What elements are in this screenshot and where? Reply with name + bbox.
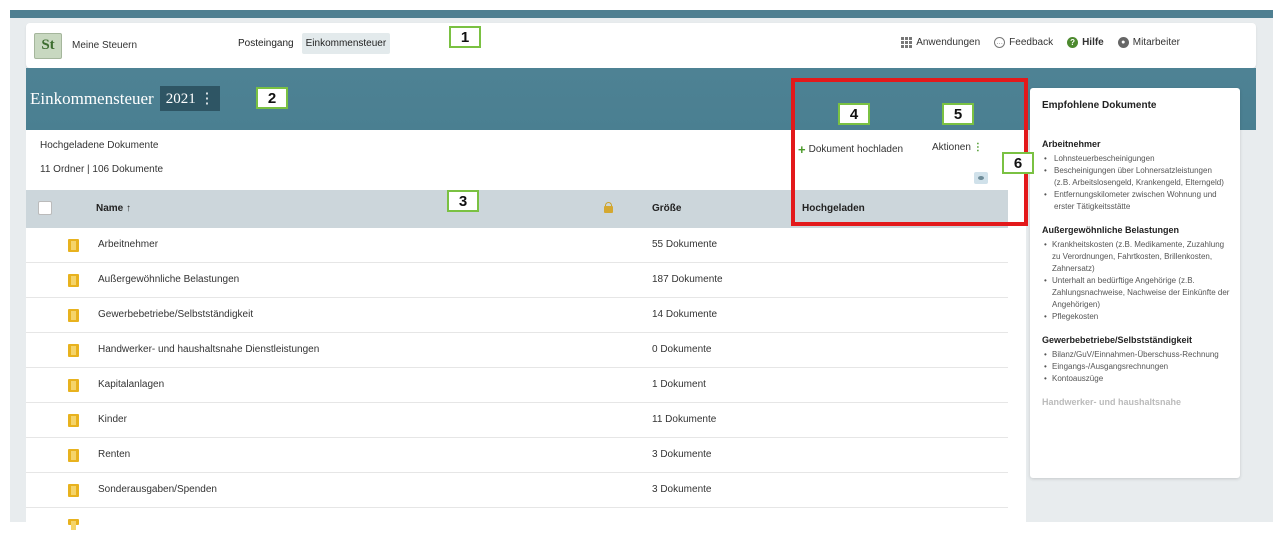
- feedback-link[interactable]: … Feedback: [994, 37, 1053, 48]
- table-row[interactable]: Renten 3 Dokumente: [26, 438, 1008, 473]
- annotation-badge-1: 1: [449, 26, 481, 48]
- year-menu-icon: ⋮: [199, 91, 215, 107]
- folder-size: 14 Dokumente: [652, 309, 718, 320]
- year-selector[interactable]: 2021 ⋮: [159, 86, 221, 111]
- help-icon: ?: [1067, 37, 1079, 48]
- table-row[interactable]: Außergewöhnliche Belastungen 187 Dokumen…: [26, 263, 1008, 298]
- folder-name: Arbeitnehmer: [98, 239, 159, 250]
- folder-icon: [68, 484, 79, 497]
- hilfe-link[interactable]: ? Hilfe: [1067, 37, 1104, 48]
- annotation-badge-6: 6: [1002, 152, 1034, 174]
- folder-name: Sonderausgaben/Spenden: [98, 484, 217, 495]
- folder-name: Renten: [98, 449, 131, 460]
- recommended-item: Eingangs-/Ausgangsrechnungen: [1042, 361, 1230, 373]
- table-row[interactable]: Arbeitnehmer 55 Dokumente: [26, 228, 1008, 263]
- category-title-cut-off: Handwerker- und haushaltsnahe: [1042, 397, 1182, 407]
- category-title: Gewerbebetriebe/Selbstständigkeit: [1042, 335, 1193, 345]
- folder-icon: [68, 414, 79, 427]
- documents-summary: 11 Ordner | 106 Dokumente: [40, 164, 164, 175]
- select-all-checkbox[interactable]: [38, 201, 52, 215]
- folder-size: 0 Dokumente: [652, 344, 712, 355]
- folder-icon: [68, 379, 79, 392]
- folder-icon: [68, 309, 79, 322]
- folder-icon: [68, 519, 79, 530]
- hilfe-label: Hilfe: [1082, 37, 1104, 48]
- recommended-item: Entfernungskilometer zwischen Wohnung un…: [1042, 189, 1230, 213]
- app-logo[interactable]: St: [34, 32, 62, 59]
- table-row[interactable]: Handwerker- und haushaltsnahe Dienstleis…: [26, 333, 1008, 368]
- category-list: Bilanz/GuV/Einnahmen-Überschuss-Rechnung…: [1042, 349, 1230, 385]
- folder-name: Handwerker- und haushaltsnahe Dienstleis…: [98, 344, 320, 355]
- column-header-size[interactable]: Größe: [652, 203, 681, 214]
- feedback-icon: …: [994, 37, 1006, 48]
- page-title-text: Einkommensteuer: [30, 88, 154, 108]
- recommended-item: Pflegekosten: [1042, 311, 1230, 323]
- column-header-name[interactable]: Name ↑: [96, 203, 131, 214]
- tab-einkommensteuer[interactable]: Einkommensteuer: [301, 33, 391, 54]
- nav-tabs: Posteingang Einkommensteuer: [234, 33, 391, 54]
- folder-icon: [68, 344, 79, 357]
- category-list: Krankheitskosten (z.B. Medikamente, Zuza…: [1042, 239, 1230, 323]
- annotation-badge-2: 2: [256, 87, 288, 109]
- annotation-badge-5: 5: [942, 103, 974, 125]
- folder-name: Gewerbebetriebe/Selbstständigkeit: [98, 309, 254, 320]
- highlight-box: [791, 78, 1028, 226]
- page-title: Einkommensteuer 2021 ⋮: [30, 86, 221, 111]
- mitarbeiter-link[interactable]: ● Mitarbeiter: [1117, 37, 1180, 48]
- feedback-label: Feedback: [1009, 37, 1054, 48]
- folder-icon: [68, 239, 79, 252]
- table-row[interactable]: Kapitalanlagen 1 Dokument: [26, 368, 1008, 403]
- mitarbeiter-label: Mitarbeiter: [1132, 37, 1180, 48]
- recommended-item: Bilanz/GuV/Einnahmen-Überschuss-Rechnung: [1042, 349, 1230, 361]
- top-accent-strip: [10, 10, 1273, 18]
- category-title: Arbeitnehmer: [1042, 139, 1101, 149]
- recommended-documents-title: Empfohlene Dokumente: [1042, 100, 1157, 111]
- table-row[interactable]: Gewerbebetriebe/Selbstständigkeit 14 Dok…: [26, 298, 1008, 333]
- table-row[interactable]: Kinder 11 Dokumente: [26, 403, 1008, 438]
- lock-icon: [604, 202, 613, 213]
- uploaded-documents-title: Hochgeladene Dokumente: [40, 140, 159, 151]
- folder-size: 11 Dokumente: [652, 414, 717, 425]
- folder-name: Kinder: [98, 414, 127, 425]
- folder-list: Arbeitnehmer 55 Dokumente Außergewöhnlic…: [26, 228, 1008, 542]
- folder-name: Außergewöhnliche Belastungen: [98, 274, 240, 285]
- category-list: Lohnsteuerbescheinigungen Bescheinigunge…: [1042, 153, 1230, 213]
- table-row[interactable]: Sonderausgaben/Spenden 3 Dokumente: [26, 473, 1008, 508]
- recommended-documents-panel: Empfohlene Dokumente Arbeitnehmer Lohnst…: [1030, 88, 1240, 478]
- folder-name: Kapitalanlagen: [98, 379, 165, 390]
- recommended-item: Bescheinigungen über Lohnersatzleistunge…: [1042, 165, 1230, 189]
- folder-icon: [68, 449, 79, 462]
- folder-size: 1 Dokument: [652, 379, 706, 390]
- folder-size: 55 Dokumente: [652, 239, 718, 250]
- recommended-item: Krankheitskosten (z.B. Medikamente, Zuza…: [1042, 239, 1230, 275]
- recommended-item: Lohnsteuerbescheinigungen: [1042, 153, 1230, 165]
- user-icon: ●: [1117, 37, 1129, 48]
- category-title: Außergewöhnliche Belastungen: [1042, 225, 1180, 235]
- folder-size: 187 Dokumente: [652, 274, 723, 285]
- table-row-partial[interactable]: [26, 508, 1008, 542]
- folder-size: 3 Dokumente: [652, 484, 712, 495]
- anwendungen-link[interactable]: Anwendungen: [901, 37, 980, 48]
- year-value: 2021: [165, 91, 196, 107]
- nav-links: Anwendungen … Feedback ? Hilfe ● Mitarbe…: [901, 37, 1180, 48]
- app-name[interactable]: Meine Steuern: [72, 40, 137, 51]
- folder-icon: [68, 274, 79, 287]
- top-navigation: St Meine Steuern Posteingang Einkommenst…: [26, 23, 1256, 68]
- anwendungen-label: Anwendungen: [916, 37, 981, 48]
- annotation-badge-4: 4: [838, 103, 870, 125]
- recommended-item: Unterhalt an bedürftige Angehörige (z.B.…: [1042, 275, 1230, 311]
- folder-size: 3 Dokumente: [652, 449, 712, 460]
- tab-posteingang[interactable]: Posteingang: [234, 33, 298, 54]
- recommended-item: Kontoauszüge: [1042, 373, 1230, 385]
- apps-grid-icon: [901, 37, 913, 48]
- annotation-badge-3: 3: [447, 190, 479, 212]
